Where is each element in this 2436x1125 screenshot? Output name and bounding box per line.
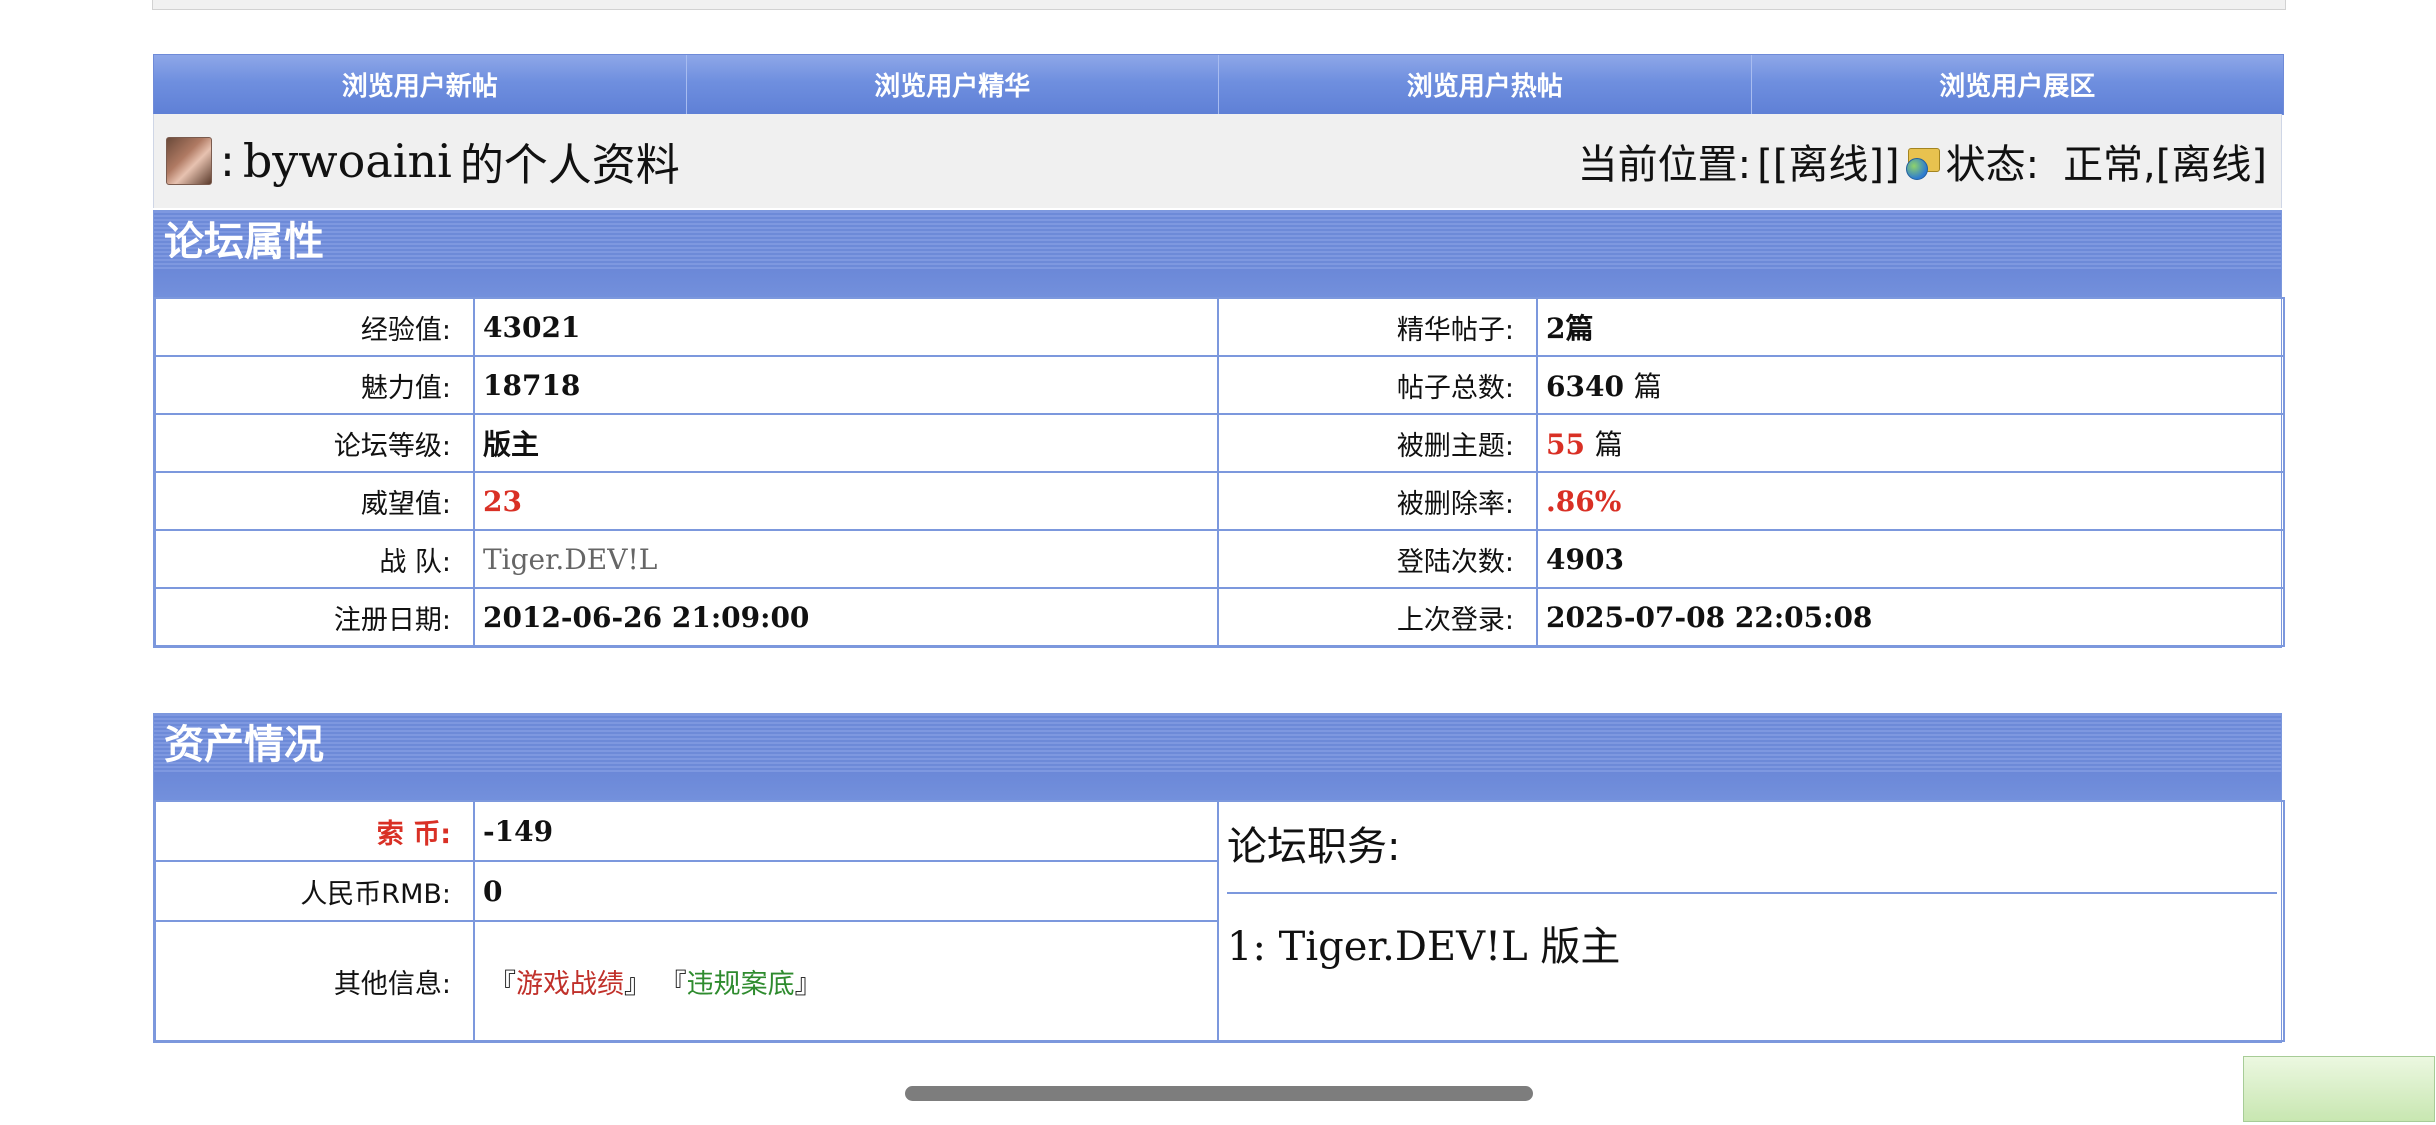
login-count-value: 4903 <box>1536 529 2285 589</box>
bracket-close: 』 <box>624 968 651 1000</box>
table-row: 战 队: Tiger.DEV!L 登陆次数: 4903 <box>154 529 2285 589</box>
status-value: 正常,[离线] <box>2063 142 2267 188</box>
deleted-topics-label: 被删主题: <box>1217 413 1538 473</box>
status-label: 状态: <box>1945 142 2040 188</box>
assets-table: 索 币: -149 论坛职务: 1: Tiger.DEV!L 版主 人民币RMB… <box>154 800 2285 1042</box>
avatar <box>166 137 212 185</box>
table-row: 魅力值: 18718 帖子总数: 6340 篇 <box>154 355 2285 415</box>
total-posts-unit: 篇 <box>1633 370 1662 403</box>
section-title: 论坛属性 <box>154 211 2281 269</box>
register-date-label: 注册日期: <box>154 587 475 647</box>
last-login-value: 2025-07-08 22:05:08 <box>1536 587 2285 647</box>
featured-posts-count: 2篇 <box>1546 312 1594 345</box>
violation-record-link[interactable]: 违规案底 <box>687 969 795 1000</box>
forum-level-value: 版主 <box>473 413 1219 473</box>
charm-label: 魅力值: <box>154 355 475 415</box>
forum-attributes-table: 经验值: 43021 精华帖子: 2篇 魅力值: 18718 帖子总数: 634… <box>154 297 2285 647</box>
assets-section: 资产情况 索 币: -149 论坛职务: 1: Tiger.DEV!L 版主 人… <box>153 713 2285 1043</box>
exp-label: 经验值: <box>154 297 475 357</box>
profile-header: : bywoaini 的个人资料 当前位置: [[离线]] 状态: 正常,[离线… <box>153 114 2282 208</box>
globe-icon <box>1905 158 1928 180</box>
horizontal-scrollbar[interactable] <box>905 1086 1533 1101</box>
exp-value: 43021 <box>473 297 1219 357</box>
bracket-open: 『 <box>489 968 516 1000</box>
profile-title-suffix: 的个人资料 <box>459 140 680 191</box>
forum-duty-cell: 论坛职务: 1: Tiger.DEV!L 版主 <box>1217 800 2285 1042</box>
bracket-close: 』 <box>794 968 822 1000</box>
nav-user-showcase[interactable]: 浏览用户展区 <box>1752 55 2284 114</box>
charm-value: 18718 <box>473 355 1219 415</box>
deletion-rate-label: 被删除率: <box>1217 471 1538 531</box>
team-label: 战 队: <box>154 529 475 589</box>
section-band <box>154 269 2281 297</box>
coin-value: -149 <box>473 800 1219 862</box>
other-info-links: 『游戏战绩』 『违规案底』 <box>473 920 1219 1042</box>
game-record-link[interactable]: 游戏战绩 <box>516 969 624 1000</box>
username: bywoaini <box>242 134 452 188</box>
other-info-label: 其他信息: <box>154 920 475 1042</box>
duty-title: 论坛职务: <box>1227 814 2277 894</box>
top-frame <box>152 0 2286 10</box>
site-watermark-logo <box>2243 1056 2435 1122</box>
total-posts-label: 帖子总数: <box>1217 355 1538 415</box>
online-status-icon <box>1905 144 1940 180</box>
profile-title: : bywoaini 的个人资料 <box>166 129 680 193</box>
register-date-value: 2012-06-26 21:09:00 <box>473 587 1219 647</box>
duty-line: 1: Tiger.DEV!L 版主 <box>1227 924 1621 970</box>
location-label: 当前位置: <box>1577 142 1752 188</box>
total-posts-count: 6340 <box>1546 370 1624 403</box>
forum-level-label: 论坛等级: <box>154 413 475 473</box>
prestige-label: 威望值: <box>154 471 475 531</box>
table-row: 威望值: 23 被删除率: .86% <box>154 471 2285 531</box>
location-status: 当前位置: [[离线]] 状态: 正常,[离线] <box>1578 132 2267 190</box>
table-row: 经验值: 43021 精华帖子: 2篇 <box>154 297 2285 357</box>
rmb-label: 人民币RMB: <box>154 860 475 922</box>
team-value[interactable]: Tiger.DEV!L <box>473 529 1219 589</box>
featured-posts-value: 2篇 <box>1536 297 2285 357</box>
section-title: 资产情况 <box>154 714 2281 772</box>
bracket-open: 『 <box>659 968 687 1000</box>
deleted-topics-count: 55 <box>1546 428 1585 461</box>
deleted-topics-unit: 篇 <box>1594 428 1623 461</box>
last-login-label: 上次登录: <box>1217 587 1538 647</box>
deleted-topics-value: 55 篇 <box>1536 413 2285 473</box>
featured-posts-label: 精华帖子: <box>1217 297 1538 357</box>
location-value: [[离线]] <box>1757 142 1900 188</box>
deletion-rate-value: .86% <box>1536 471 2285 531</box>
nav-user-new-posts[interactable]: 浏览用户新帖 <box>154 55 687 114</box>
user-nav-bar: 浏览用户新帖 浏览用户精华 浏览用户热帖 浏览用户展区 <box>153 54 2284 115</box>
table-row: 论坛等级: 版主 被删主题: 55 篇 <box>154 413 2285 473</box>
section-band <box>154 772 2281 800</box>
forum-attributes-section: 论坛属性 经验值: 43021 精华帖子: 2篇 魅力值: 18718 帖子总数… <box>153 210 2285 648</box>
total-posts-value: 6340 篇 <box>1536 355 2285 415</box>
login-count-label: 登陆次数: <box>1217 529 1538 589</box>
table-row: 索 币: -149 论坛职务: 1: Tiger.DEV!L 版主 <box>154 800 2285 1042</box>
table-row: 注册日期: 2012-06-26 21:09:00 上次登录: 2025-07-… <box>154 587 2285 647</box>
nav-user-hot-posts[interactable]: 浏览用户热帖 <box>1219 55 1752 114</box>
coin-label: 索 币: <box>154 800 475 862</box>
nav-user-featured[interactable]: 浏览用户精华 <box>687 55 1219 114</box>
prestige-value: 23 <box>473 471 1219 531</box>
profile-colon: : <box>220 135 235 187</box>
rmb-value: 0 <box>473 860 1219 922</box>
